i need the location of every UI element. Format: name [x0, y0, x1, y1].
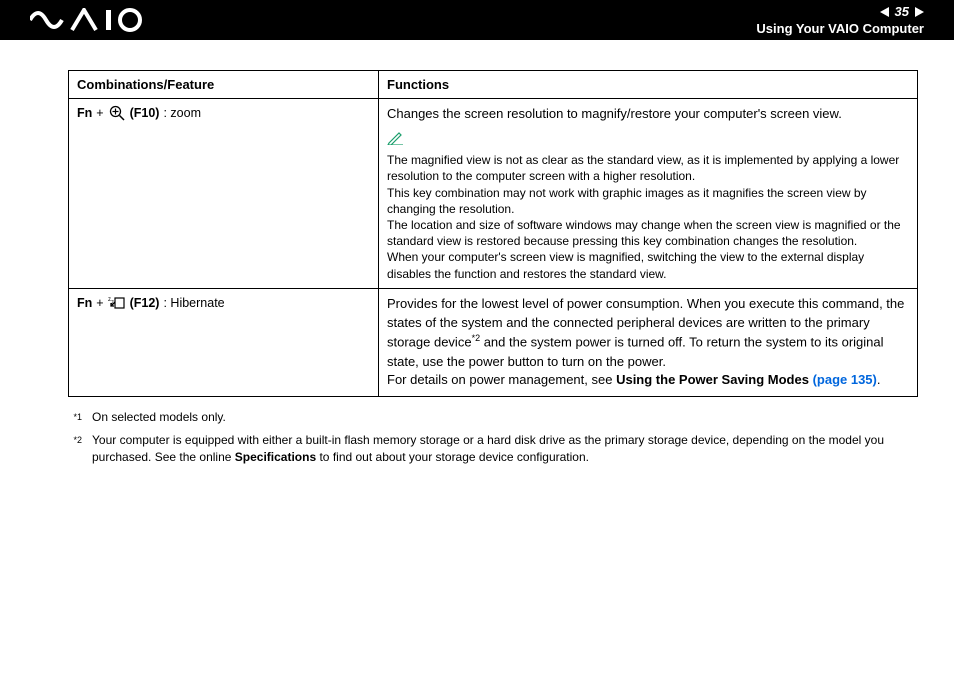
footnotes: *1 On selected models only. *2 Your comp… — [68, 409, 918, 465]
table-header-functions: Functions — [379, 71, 918, 99]
footnote-ref-2: *2 — [472, 333, 481, 343]
footnote-marker: *2 — [68, 432, 82, 447]
page-navigation: 35 — [756, 4, 924, 19]
header-bar: 35 Using Your VAIO Computer — [0, 0, 954, 40]
function-description: Provides for the lowest level of power c… — [387, 295, 909, 372]
table-row: Fn + z z (F12) : Hibernate — [69, 288, 918, 397]
hibernate-icon: z z — [108, 295, 126, 311]
footnote-2: *2 Your computer is equipped with either… — [68, 432, 918, 466]
note-icon — [387, 131, 909, 148]
section-title: Using Your VAIO Computer — [756, 21, 924, 36]
magnify-icon — [108, 105, 126, 121]
footnote-text: On selected models only. — [92, 409, 918, 426]
combination-f12: Fn + z z (F12) : Hibernate — [77, 295, 370, 311]
function-note: The magnified view is not as clear as th… — [387, 152, 909, 282]
footnote-text: Your computer is equipped with either a … — [92, 432, 918, 466]
header-right: 35 Using Your VAIO Computer — [756, 4, 924, 36]
footnote-marker: *1 — [68, 409, 82, 424]
function-description: Changes the screen resolution to magnify… — [387, 105, 909, 123]
prev-page-icon[interactable] — [880, 7, 889, 17]
table-row: Fn + (F10) : zoom Changes the — [69, 99, 918, 289]
function-link-line: For details on power management, see Usi… — [387, 371, 909, 390]
table-header-combinations: Combinations/Feature — [69, 71, 379, 99]
feature-table: Combinations/Feature Functions Fn + — [68, 70, 918, 397]
next-page-icon[interactable] — [915, 7, 924, 17]
page-number: 35 — [895, 4, 909, 19]
page-body: Combinations/Feature Functions Fn + — [0, 40, 954, 466]
footnote-1: *1 On selected models only. — [68, 409, 918, 426]
page-link-135[interactable]: (page 135) — [813, 372, 877, 387]
vaio-logo — [30, 8, 160, 32]
combination-f10: Fn + (F10) : zoom — [77, 105, 370, 121]
